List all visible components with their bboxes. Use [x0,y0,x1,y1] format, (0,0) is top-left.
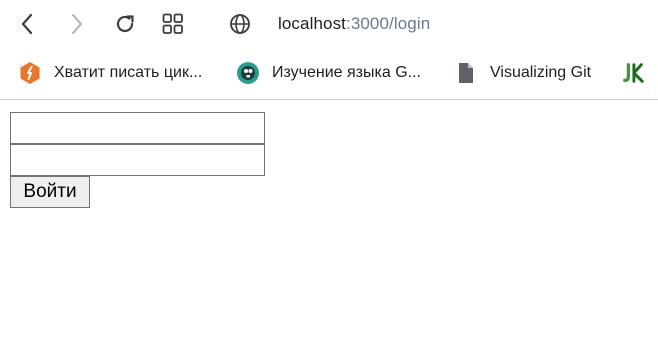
bookmark-habr[interactable]: Хватит писать цик... [18,58,202,88]
login-button[interactable]: Войти [10,176,90,208]
url-text[interactable]: localhost:3000/login [278,14,430,34]
bookmarks-bar: Хватит писать цик... Изучение языка G... [0,56,658,90]
password-input[interactable] [10,144,265,176]
browser-chrome: localhost:3000/login Хватит писать цик..… [0,0,658,100]
address-bar[interactable]: localhost:3000/login [222,6,430,42]
bookmark-jk[interactable] [621,58,657,88]
back-icon [21,13,33,35]
apps-grid-icon [162,13,183,34]
username-input[interactable] [10,112,265,144]
document-icon [454,61,478,85]
jk-icon [621,61,645,85]
bookmark-label: Visualizing Git [490,64,592,81]
url-path: :3000/login [346,14,431,33]
site-info-button[interactable] [222,6,258,42]
habr-icon [18,61,42,85]
page-content: Войти [0,100,658,360]
bookmark-visualizing-git[interactable]: Visualizing Git [454,58,591,88]
bookmark-go[interactable]: Изучение языка G... [236,58,421,88]
url-host: localhost [278,14,346,33]
apps-button[interactable] [157,8,189,40]
reload-button[interactable] [109,8,141,40]
bookmark-label: Хватит писать цик... [54,64,203,81]
bookmark-label: Изучение языка G... [272,64,421,81]
gopher-icon [236,61,260,85]
forward-button[interactable] [60,8,92,40]
reload-icon [116,15,134,33]
login-form: Войти [10,112,265,208]
back-button[interactable] [12,8,44,40]
forward-icon [71,13,83,35]
browser-toolbar: localhost:3000/login [0,0,658,48]
globe-icon [230,14,250,34]
